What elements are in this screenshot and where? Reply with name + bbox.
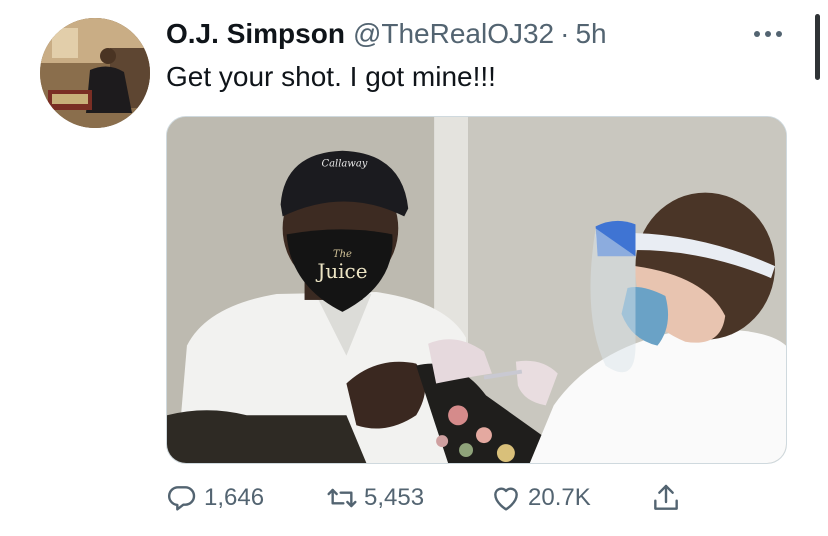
avatar-photo — [40, 18, 150, 128]
like-button[interactable]: 20.7K — [490, 478, 591, 518]
share-icon — [654, 484, 678, 510]
tweet-header: O.J. Simpson @TheRealOJ32 · 5h — [166, 16, 607, 52]
retweet-icon — [327, 488, 357, 508]
tweet-actions: 1,646 5,453 20.7K — [0, 478, 828, 518]
scrollbar[interactable] — [815, 14, 820, 80]
retweet-count: 5,453 — [364, 484, 425, 511]
cap-logo-text: Callaway — [321, 159, 367, 170]
separator-dot: · — [560, 18, 570, 49]
mask-text: Juice — [315, 260, 367, 283]
tweet-text: Get your shot. I got mine!!! — [166, 61, 496, 92]
retweet-button[interactable]: 5,453 — [326, 478, 424, 518]
author-handle[interactable]: @TheRealOJ32 — [353, 16, 554, 52]
reply-button[interactable]: 1,646 — [166, 478, 264, 518]
mask-text-small: The — [333, 249, 352, 260]
share-button[interactable] — [650, 478, 682, 518]
reply-icon — [168, 486, 196, 511]
reply-count: 1,646 — [204, 484, 265, 511]
heart-icon — [494, 487, 518, 511]
vaccination-photo: Callaway The Juice — [167, 117, 786, 463]
author-avatar[interactable] — [40, 18, 150, 128]
more-horizontal-icon — [754, 31, 782, 37]
like-count: 20.7K — [528, 484, 591, 511]
author-name[interactable]: O.J. Simpson — [166, 16, 345, 52]
more-options-button[interactable] — [750, 22, 786, 46]
tweet-photo[interactable]: Callaway The Juice — [166, 116, 787, 464]
tweet-timestamp[interactable]: 5h — [575, 16, 606, 52]
